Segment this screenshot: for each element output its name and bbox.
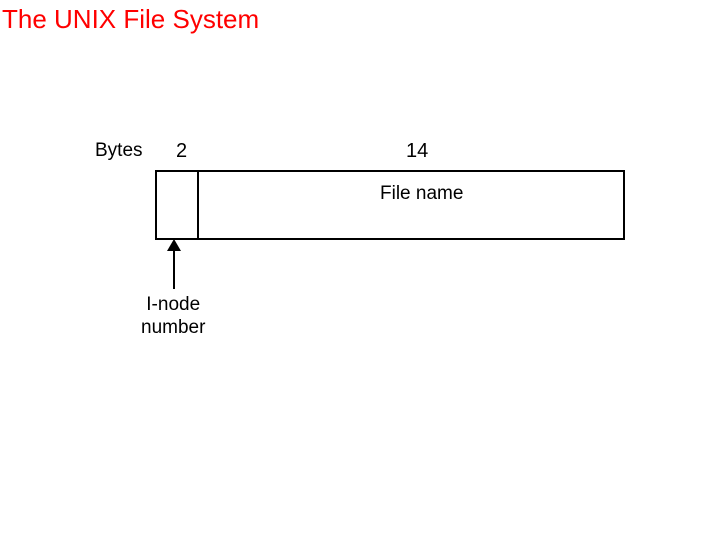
filename-field-label: File name [380, 183, 463, 205]
filename-bytes-count: 14 [406, 140, 428, 163]
field-divider [197, 172, 199, 238]
inode-label-line1: I-node [146, 294, 200, 315]
bytes-row-label: Bytes [95, 140, 143, 162]
page-title: The UNIX File System [2, 4, 259, 35]
inode-label-line2: number [141, 317, 205, 338]
inode-bytes-count: 2 [176, 140, 187, 163]
inode-field-label: I-node number [141, 294, 205, 340]
arrow-shaft [173, 244, 175, 289]
directory-entry-box [155, 170, 625, 240]
